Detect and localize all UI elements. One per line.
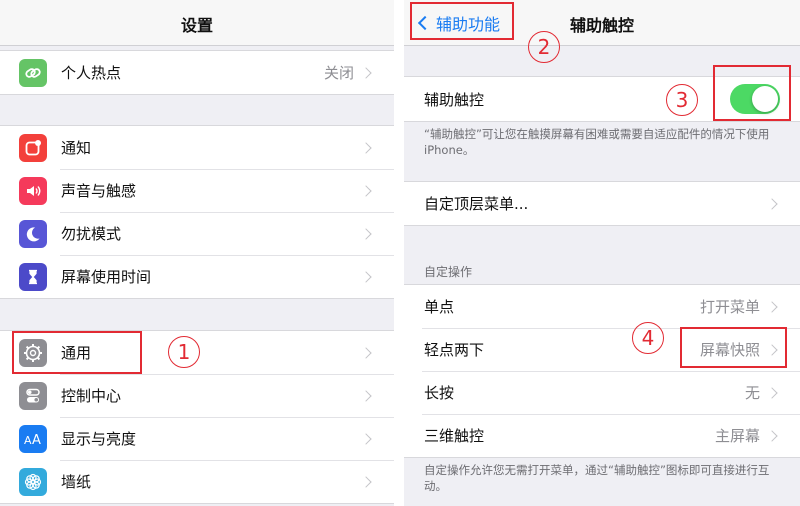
action-3d-touch[interactable]: 三维触控 主屏幕 — [404, 414, 800, 457]
hotspot-status: 关闭 — [323, 64, 354, 82]
flower-icon — [19, 467, 47, 496]
settings-item-label: 声音与触感 — [61, 182, 137, 200]
custom-top-menu-item[interactable]: 自定顶层菜单... — [404, 182, 800, 225]
chevron-right-icon — [766, 197, 778, 210]
custom-top-menu-label: 自定顶层菜单... — [424, 195, 529, 213]
speaker-icon — [19, 176, 47, 205]
settings-item-sounds[interactable]: 声音与触感 — [0, 169, 394, 212]
chevron-right-icon — [360, 227, 372, 240]
svg-text:A: A — [32, 433, 41, 447]
action-label: 单点 — [424, 298, 455, 316]
settings-item-label: 墙纸 — [61, 473, 92, 491]
settings-navbar: 设置 — [0, 0, 394, 46]
action-single-tap[interactable]: 单点 打开菜单 — [404, 285, 800, 328]
chevron-right-icon — [766, 386, 778, 399]
page-title: 辅助触控 — [569, 16, 634, 35]
link-icon — [19, 58, 47, 87]
settings-item-notifications[interactable]: 通知 — [0, 126, 394, 169]
highlight-box-back — [410, 2, 514, 40]
highlight-box-toggle — [713, 65, 791, 121]
settings-item-hotspot[interactable]: 个人热点 关闭 — [0, 51, 394, 94]
settings-item-dnd[interactable]: 勿扰模式 — [0, 212, 394, 255]
step-marker-4: 4 — [632, 322, 664, 354]
custom-actions-description: 自定操作允许您无需打开菜单，通过“辅助触控”图标即可直接进行互动。 — [424, 463, 770, 493]
settings-item-control-center[interactable]: 控制中心 — [0, 374, 394, 417]
hourglass-icon — [19, 262, 47, 291]
settings-item-screen-time[interactable]: 屏幕使用时间 — [0, 255, 394, 298]
chevron-right-icon — [766, 429, 778, 442]
assistive-touch-description: “辅助触控”可让您在触摸屏幕有困难或需要自适应配件的情况下使用 iPhone。 — [424, 127, 770, 157]
settings-item-label: 控制中心 — [61, 387, 122, 405]
svg-text:A: A — [24, 434, 32, 447]
highlight-box-screenshot — [680, 327, 787, 368]
settings-item-label: 通知 — [61, 139, 92, 157]
step-marker-1: 1 — [168, 336, 200, 368]
custom-menu-group: 自定顶层菜单... — [404, 181, 800, 226]
highlight-box-general — [12, 331, 142, 374]
settings-panel: 设置 个人热点 关闭 通知 声音与触感 勿扰模式 屏幕使用时间 通用 控制中心 … — [0, 0, 394, 506]
chevron-right-icon — [360, 66, 372, 79]
settings-item-label: 显示与亮度 — [61, 430, 137, 448]
custom-actions-group: 单点 打开菜单 轻点两下 屏幕快照 长按 无 三维触控 主屏幕 — [404, 284, 800, 458]
action-label: 三维触控 — [424, 427, 485, 445]
page-title: 设置 — [180, 16, 213, 35]
settings-item-label: 个人热点 — [61, 64, 122, 82]
action-value: 打开菜单 — [699, 298, 760, 316]
settings-item-label: 勿扰模式 — [61, 225, 122, 243]
step-marker-2: 2 — [528, 31, 560, 63]
chevron-right-icon — [360, 184, 372, 197]
hotspot-group: 个人热点 关闭 — [0, 50, 394, 95]
text-size-icon: AA — [19, 424, 47, 453]
notifications-group: 通知 声音与触感 勿扰模式 屏幕使用时间 — [0, 125, 394, 299]
chevron-right-icon — [360, 141, 372, 154]
chevron-right-icon — [360, 475, 372, 488]
action-value: 无 — [744, 384, 760, 402]
chevron-right-icon — [360, 389, 372, 402]
chevron-right-icon — [360, 432, 372, 445]
moon-icon — [19, 219, 47, 248]
settings-item-wallpaper[interactable]: 墙纸 — [0, 460, 394, 503]
notification-icon — [19, 133, 47, 162]
chevron-right-icon — [360, 270, 372, 283]
step-marker-3: 3 — [666, 84, 698, 116]
chevron-right-icon — [766, 300, 778, 313]
action-label: 长按 — [424, 384, 455, 402]
action-long-press[interactable]: 长按 无 — [404, 371, 800, 414]
assistive-touch-panel: 辅助功能 辅助触控 辅助触控 “辅助触控”可让您在触摸屏幕有困难或需要自适应配件… — [404, 0, 800, 506]
settings-item-display[interactable]: AA 显示与亮度 — [0, 417, 394, 460]
toggles-icon — [19, 381, 47, 410]
action-value: 主屏幕 — [714, 427, 760, 445]
custom-actions-header: 自定操作 — [424, 265, 473, 279]
settings-item-label: 屏幕使用时间 — [61, 268, 152, 286]
chevron-right-icon — [360, 346, 372, 359]
